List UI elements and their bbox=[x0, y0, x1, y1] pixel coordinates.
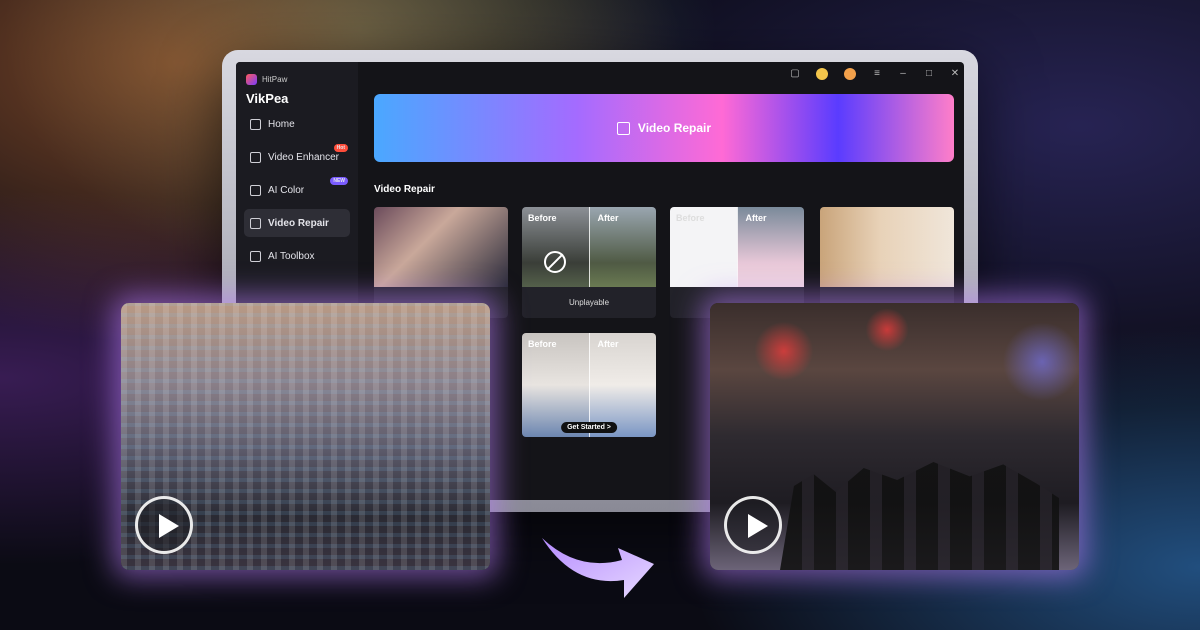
home-icon bbox=[250, 118, 261, 130]
hero-label: Video Repair bbox=[637, 121, 712, 135]
card-caption: Unplayable bbox=[568, 298, 610, 307]
before-label: Before bbox=[528, 339, 557, 349]
sidebar-item-home[interactable]: Home bbox=[244, 110, 350, 138]
title-bar: ▢ ≡ – □ ✕ bbox=[790, 68, 960, 80]
sidebar-item-ai-toolbox[interactable]: AI Toolbox bbox=[244, 242, 350, 270]
after-label: After bbox=[597, 213, 619, 223]
before-label: Before bbox=[528, 213, 557, 223]
card-thumbnail: Before After bbox=[670, 207, 804, 287]
brand-product: VikPea bbox=[246, 91, 289, 106]
card-thumbnail bbox=[374, 207, 508, 287]
repair-card-unplayable[interactable]: Before After Unplayable bbox=[522, 207, 656, 318]
get-started-button[interactable]: Get Started > bbox=[561, 422, 617, 433]
sidebar-nav: Home Video Enhancer Hot AI Color NEW Vid… bbox=[244, 110, 350, 270]
unplayable-icon bbox=[544, 251, 566, 273]
before-label: Before bbox=[676, 213, 705, 223]
repair-card-4[interactable] bbox=[820, 207, 954, 318]
sidebar-item-label: AI Toolbox bbox=[268, 250, 315, 262]
curved-arrow-icon bbox=[542, 538, 654, 598]
repair-card-5[interactable]: Before After Get Started > bbox=[522, 333, 656, 437]
play-icon[interactable] bbox=[724, 496, 782, 554]
section-title: Video Repair bbox=[374, 184, 435, 195]
account-icon[interactable] bbox=[844, 68, 856, 80]
crowd-silhouettes bbox=[780, 462, 1059, 570]
after-half: After bbox=[736, 207, 804, 287]
card-thumbnail: Before After Get Started > bbox=[522, 333, 656, 437]
video-repair-hero-button[interactable]: Video Repair bbox=[374, 94, 954, 162]
brand-row: HitPaw bbox=[246, 74, 350, 85]
coin-icon[interactable] bbox=[816, 68, 828, 80]
maximize-icon[interactable]: □ bbox=[924, 69, 934, 79]
before-half: Before bbox=[670, 207, 737, 287]
card-thumbnail bbox=[820, 207, 954, 287]
video-enhancer-icon bbox=[250, 151, 261, 163]
edit-icon bbox=[616, 121, 630, 135]
video-repair-icon bbox=[250, 217, 261, 229]
repaired-video-preview[interactable] bbox=[710, 303, 1079, 570]
minimize-icon[interactable]: – bbox=[898, 69, 908, 79]
feedback-icon[interactable]: ▢ bbox=[790, 69, 800, 79]
brand-company: HitPaw bbox=[262, 75, 288, 84]
new-badge: NEW bbox=[330, 177, 348, 185]
after-half: After bbox=[588, 207, 656, 287]
after-label: After bbox=[597, 339, 619, 349]
before-half: Before bbox=[522, 207, 589, 287]
play-icon[interactable] bbox=[135, 496, 193, 554]
sidebar-item-label: Video Enhancer bbox=[268, 151, 339, 163]
sidebar-item-video-repair[interactable]: Video Repair bbox=[244, 209, 350, 237]
sidebar-item-label: Home bbox=[268, 118, 295, 130]
after-label: After bbox=[745, 213, 767, 223]
close-icon[interactable]: ✕ bbox=[950, 69, 960, 79]
sidebar-item-label: Video Repair bbox=[268, 217, 329, 229]
menu-icon[interactable]: ≡ bbox=[872, 69, 882, 79]
ai-toolbox-icon bbox=[250, 250, 261, 262]
sidebar-item-ai-color[interactable]: AI Color NEW bbox=[244, 176, 350, 204]
repair-card-1[interactable] bbox=[374, 207, 508, 318]
ai-color-icon bbox=[250, 184, 261, 196]
sidebar-item-label: AI Color bbox=[268, 184, 305, 196]
hitpaw-logo-icon bbox=[246, 74, 257, 85]
corrupted-video-preview[interactable] bbox=[121, 303, 490, 570]
sidebar-item-video-enhancer[interactable]: Video Enhancer Hot bbox=[244, 143, 350, 171]
hot-badge: Hot bbox=[333, 144, 348, 152]
repair-card-3[interactable]: Before After bbox=[670, 207, 804, 318]
card-thumbnail: Before After bbox=[522, 207, 656, 287]
